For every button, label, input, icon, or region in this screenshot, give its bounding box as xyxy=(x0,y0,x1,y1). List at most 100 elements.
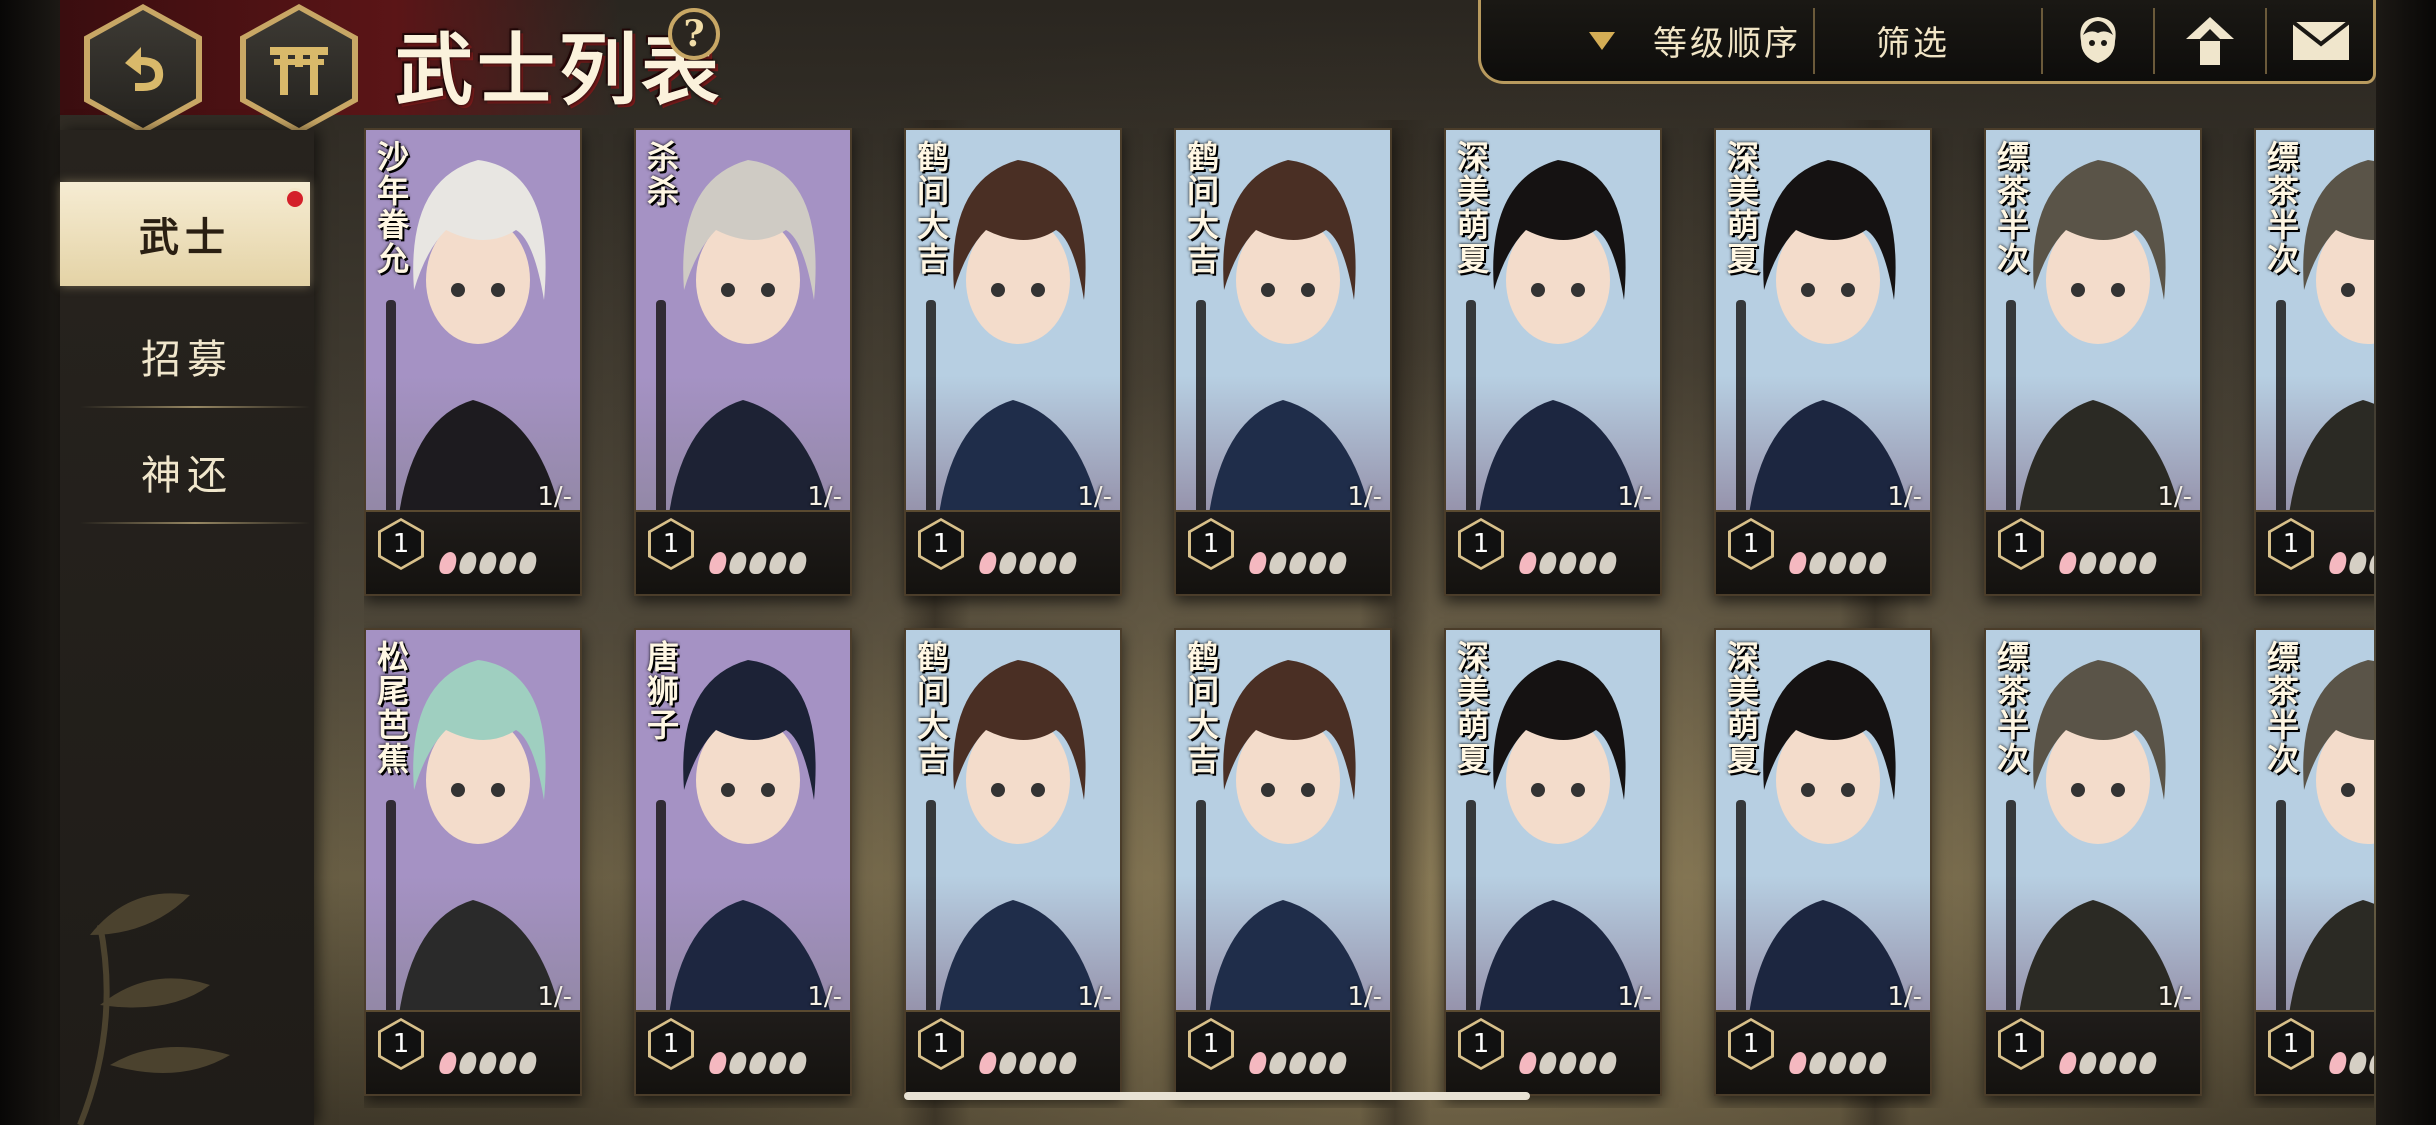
petal-icon xyxy=(457,1052,479,1074)
card-side-strip xyxy=(386,800,396,1040)
sidebar-item-return[interactable]: 神还 xyxy=(60,420,314,524)
card-side-strip xyxy=(386,300,396,540)
card-count: 1/- xyxy=(1617,982,1652,1012)
card-footer: 1 xyxy=(2256,1010,2374,1094)
card-footer: 1/- 1 xyxy=(1176,982,1390,1094)
card-footer: 1/- 1 xyxy=(1716,482,1930,594)
petal-icon xyxy=(997,1052,1019,1074)
petal-icon xyxy=(1807,552,1829,574)
flower-decoration xyxy=(77,893,230,1125)
samurai-card[interactable]: 唐狮子 1/- 1 xyxy=(634,628,852,1096)
petal-icon xyxy=(437,552,459,574)
card-side-strip xyxy=(1466,300,1476,540)
star-rating xyxy=(1247,552,1349,574)
scroll-indicator[interactable] xyxy=(904,1092,1530,1100)
star-rating xyxy=(977,552,1079,574)
samurai-card[interactable]: 深美萌夏 1/- 1 xyxy=(1714,128,1932,596)
petal-icon xyxy=(1247,1052,1269,1074)
card-count: 1/- xyxy=(2157,982,2192,1012)
samurai-card[interactable]: 深美萌夏 1/- 1 xyxy=(1444,628,1662,1096)
character-name: 缥茶半次 xyxy=(1992,140,2030,276)
level-badge: 1 xyxy=(1998,1018,2044,1070)
petal-icon xyxy=(2117,1052,2139,1074)
character-button[interactable] xyxy=(2043,0,2153,81)
sidebar-item-recruit[interactable]: 招募 xyxy=(60,304,314,408)
petal-icon xyxy=(707,1052,729,1074)
sidebar-item-samurai[interactable]: 武士 xyxy=(60,182,310,286)
samurai-card[interactable]: 沙年眷允 1/- 1 xyxy=(364,128,582,596)
card-count: 1/- xyxy=(807,482,842,512)
star-rating xyxy=(2057,1052,2159,1074)
petal-icon xyxy=(747,552,769,574)
sidebar-item-label: 武士 xyxy=(139,214,231,261)
sort-dropdown[interactable]: 等级顺序 xyxy=(1529,0,1859,81)
samurai-card[interactable]: 杀杀 1/- 1 xyxy=(634,128,852,596)
petal-icon xyxy=(1867,552,1889,574)
petal-icon xyxy=(1057,552,1079,574)
petal-icon xyxy=(1017,1052,1039,1074)
mail-icon xyxy=(2291,19,2351,60)
samurai-card[interactable]: 鹤间大吉 1/- 1 xyxy=(904,128,1122,596)
samurai-card[interactable]: 缥茶半次 1 xyxy=(2254,628,2374,1096)
petal-icon xyxy=(1787,552,1809,574)
level-value: 1 xyxy=(2271,1021,2311,1067)
card-footer: 1/- 1 xyxy=(1446,982,1660,1094)
card-side-strip xyxy=(926,300,936,540)
samurai-card[interactable]: 深美萌夏 1/- 1 xyxy=(1714,628,1932,1096)
card-footer: 1/- 1 xyxy=(906,482,1120,594)
samurai-card[interactable]: 鹤间大吉 1/- 1 xyxy=(1174,128,1392,596)
sidebar-divider xyxy=(80,406,310,408)
petal-icon xyxy=(1827,1052,1849,1074)
level-value: 1 xyxy=(381,1021,421,1067)
petal-icon xyxy=(1787,1052,1809,1074)
upgrade-button[interactable] xyxy=(2155,0,2265,81)
character-name: 深美萌夏 xyxy=(1722,140,1760,276)
star-rating xyxy=(1517,552,1619,574)
petal-icon xyxy=(1557,1052,1579,1074)
sidebar-divider xyxy=(80,522,310,524)
card-side-strip xyxy=(2006,300,2016,540)
sort-label: 等级顺序 xyxy=(1653,24,1801,64)
star-rating xyxy=(2327,1052,2374,1074)
samurai-card[interactable]: 鹤间大吉 1/- 1 xyxy=(904,628,1122,1096)
samurai-card[interactable]: 深美萌夏 1/- 1 xyxy=(1444,128,1662,596)
samurai-card[interactable]: 鹤间大吉 1/- 1 xyxy=(1174,628,1392,1096)
petal-icon xyxy=(727,1052,749,1074)
card-footer: 1/- 1 xyxy=(366,982,580,1094)
card-footer: 1/- 1 xyxy=(906,982,1120,1094)
star-rating xyxy=(437,1052,539,1074)
petal-icon xyxy=(1537,1052,1559,1074)
character-name: 杀杀 xyxy=(642,140,680,208)
filter-button[interactable]: 筛选 xyxy=(1815,0,2011,81)
help-button[interactable]: ? xyxy=(668,8,720,60)
petal-icon xyxy=(1847,1052,1869,1074)
character-icon xyxy=(2080,16,2116,63)
petal-icon xyxy=(1517,552,1539,574)
character-name: 深美萌夏 xyxy=(1722,640,1760,776)
card-side-strip xyxy=(656,800,666,1040)
card-side-strip xyxy=(1736,300,1746,540)
card-count: 1/- xyxy=(807,982,842,1012)
samurai-card[interactable]: 松尾芭蕉 1/- 1 xyxy=(364,628,582,1096)
petal-icon xyxy=(2057,552,2079,574)
petal-icon xyxy=(1557,552,1579,574)
card-count: 1/- xyxy=(1347,982,1382,1012)
card-side-strip xyxy=(926,800,936,1040)
petal-icon xyxy=(1327,1052,1349,1074)
torii-gate-icon xyxy=(270,47,328,95)
level-value: 1 xyxy=(921,1021,961,1067)
petal-icon xyxy=(477,552,499,574)
mail-button[interactable] xyxy=(2267,0,2375,81)
level-badge: 1 xyxy=(1188,518,1234,570)
card-footer: 1/- 1 xyxy=(366,482,580,594)
card-count: 1/- xyxy=(1077,482,1112,512)
petal-icon xyxy=(517,552,539,574)
samurai-card[interactable]: 缥茶半次 1 xyxy=(2254,128,2374,596)
petal-icon xyxy=(2097,1052,2119,1074)
petal-icon xyxy=(1807,1052,1829,1074)
level-badge: 1 xyxy=(1728,1018,1774,1070)
samurai-card[interactable]: 缥茶半次 1/- 1 xyxy=(1984,628,2202,1096)
card-footer: 1/- 1 xyxy=(636,982,850,1094)
star-rating xyxy=(707,1052,809,1074)
samurai-card[interactable]: 缥茶半次 1/- 1 xyxy=(1984,128,2202,596)
